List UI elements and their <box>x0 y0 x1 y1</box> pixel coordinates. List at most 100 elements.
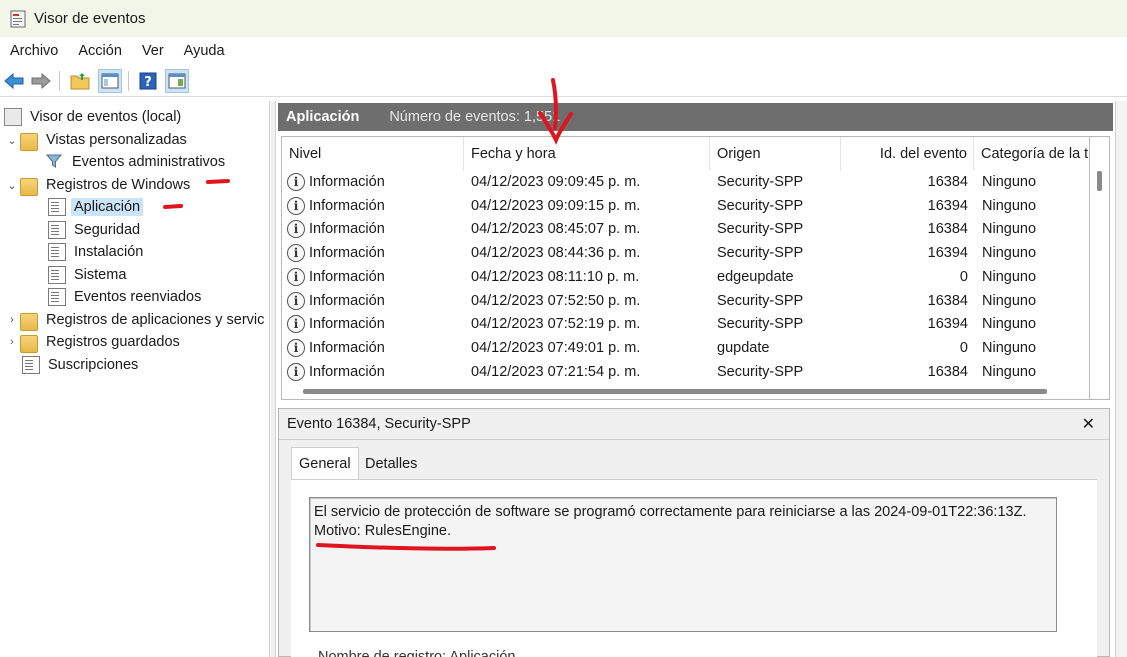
column-header-event-id[interactable]: Id. del evento <box>841 137 974 171</box>
cell-date: 04/12/2023 07:49:01 p. m. <box>471 339 641 356</box>
event-viewer-icon <box>4 108 22 126</box>
info-icon: i <box>287 338 305 357</box>
tree-custom-views[interactable]: ⌄ Vistas personalizadas <box>4 129 190 151</box>
table-row[interactable]: i Información 04/12/2023 07:21:54 p. m. Sec… <box>282 360 1089 384</box>
cell-date: 04/12/2023 07:52:19 p. m. <box>471 316 641 333</box>
cell-category: Ninguno <box>982 245 1037 262</box>
tree-setup[interactable]: Instalación <box>46 241 146 263</box>
close-icon[interactable]: ✕ <box>1082 414 1095 434</box>
tree-saved-logs[interactable]: › Registros guardados <box>4 331 183 353</box>
cell-category: Ninguno <box>982 339 1037 356</box>
cell-event-id: 16384 <box>927 363 968 380</box>
info-icon: i <box>287 173 305 191</box>
detail-title: Evento 16384, Security-SPP <box>287 416 471 432</box>
menu-ver[interactable]: Ver <box>142 43 164 59</box>
column-header-level[interactable]: Nivel <box>282 137 464 171</box>
log-name-field: Nombre de registro: Aplicación <box>318 649 516 657</box>
menu-accion[interactable]: Acción <box>78 43 122 59</box>
chevron-right-icon[interactable]: › <box>4 336 20 348</box>
table-row[interactable]: i Información 04/12/2023 07:52:19 p. m. Sec… <box>282 312 1089 336</box>
info-icon: i <box>287 267 305 286</box>
tree-system[interactable]: Sistema <box>46 264 129 286</box>
forward-arrow-icon[interactable] <box>29 69 53 93</box>
event-message: El servicio de protección de software se… <box>309 497 1057 632</box>
cell-category: Ninguno <box>982 174 1037 190</box>
tree-security[interactable]: Seguridad <box>46 219 143 241</box>
subscription-icon <box>22 356 40 374</box>
events-table: Nivel Fecha y hora Origen Id. del evento… <box>281 136 1090 400</box>
cell-category: Ninguno <box>982 316 1037 333</box>
tab-general[interactable]: General <box>291 447 359 479</box>
message-line-2: Motivo: RulesEngine. <box>314 523 452 539</box>
table-row[interactable]: i Información 04/12/2023 09:09:15 p. m. Sec… <box>282 194 1089 218</box>
info-icon: i <box>287 244 305 263</box>
show-tree-icon[interactable] <box>98 69 122 93</box>
column-header-date[interactable]: Fecha y hora <box>464 137 710 171</box>
cell-event-id: 16384 <box>927 292 968 309</box>
cell-event-id: 16384 <box>927 221 968 238</box>
cell-event-id: 16394 <box>927 245 968 262</box>
cell-category: Ninguno <box>982 363 1037 380</box>
log-icon <box>48 198 66 216</box>
chevron-right-icon[interactable]: › <box>4 314 20 326</box>
cell-date: 04/12/2023 08:11:10 p. m. <box>471 268 640 285</box>
cell-date: 04/12/2023 09:09:15 p. m. <box>471 197 641 214</box>
cell-event-id: 0 <box>959 268 968 285</box>
menu-archivo[interactable]: Archivo <box>10 43 58 59</box>
tree-windows-logs[interactable]: ⌄ Registros de Windows <box>4 174 193 196</box>
info-icon: i <box>287 291 305 310</box>
tree-subscriptions[interactable]: Suscripciones <box>20 354 141 376</box>
help-icon[interactable]: ? <box>136 69 160 93</box>
table-row[interactable]: i Información 04/12/2023 08:45:07 p. m. Sec… <box>282 217 1089 241</box>
menu-ayuda[interactable]: Ayuda <box>184 43 225 59</box>
vertical-scrollbar[interactable] <box>1090 136 1110 400</box>
cell-source: Security-SPP <box>717 245 804 262</box>
log-icon <box>48 221 66 239</box>
scroll-thumb[interactable] <box>1097 171 1102 191</box>
pane-splitter[interactable] <box>271 101 276 657</box>
column-header-source[interactable]: Origen <box>710 137 841 171</box>
log-icon <box>48 243 66 261</box>
table-row[interactable]: i Información 04/12/2023 07:49:01 p. m. gup… <box>282 336 1089 360</box>
toolbar-separator <box>128 71 129 91</box>
tree-forwarded-events[interactable]: Eventos reenviados <box>46 286 204 308</box>
chevron-down-icon[interactable]: ⌄ <box>4 134 20 147</box>
cell-date: 04/12/2023 07:21:54 p. m. <box>471 363 641 380</box>
cell-category: Ninguno <box>982 268 1037 285</box>
table-row[interactable]: i Información 04/12/2023 08:11:10 p. m. edg… <box>282 265 1089 289</box>
table-row[interactable]: i Información 04/12/2023 09:09:45 p. m. Sec… <box>282 170 1089 194</box>
chevron-down-icon[interactable]: ⌄ <box>4 179 20 192</box>
detail-general-body: El servicio de protección de software se… <box>291 479 1097 657</box>
tree-root[interactable]: Visor de eventos (local) <box>4 106 184 128</box>
horizontal-scrollbar[interactable] <box>303 389 1047 394</box>
cell-source: edgeupdate <box>717 268 794 285</box>
toolbar: ? <box>0 65 1127 97</box>
tab-details[interactable]: Detalles <box>358 449 424 479</box>
cell-level: i Información <box>287 170 385 194</box>
cell-source: Security-SPP <box>717 174 804 190</box>
cell-level: i Información <box>287 241 385 265</box>
actions-pane-edge <box>1115 101 1127 657</box>
title-bar: Visor de eventos <box>0 0 1127 37</box>
column-header-category[interactable]: Categoría de la t <box>974 137 1089 171</box>
cell-date: 04/12/2023 07:52:50 p. m. <box>471 292 641 309</box>
cell-date: 04/12/2023 08:44:36 p. m. <box>471 245 641 262</box>
open-folder-icon[interactable] <box>68 69 92 93</box>
tree-application[interactable]: Aplicación <box>46 196 144 218</box>
folder-icon <box>20 334 38 353</box>
table-row[interactable]: i Información 04/12/2023 08:44:36 p. m. Sec… <box>282 241 1089 265</box>
cell-level: i Información <box>287 194 385 218</box>
tree-app-services-logs[interactable]: › Registros de aplicaciones y servic <box>4 309 267 331</box>
tree-admin-events[interactable]: Eventos administrativos <box>45 151 228 173</box>
log-icon <box>48 288 66 306</box>
cell-level: i Información <box>287 265 385 289</box>
table-row[interactable]: i Información 04/12/2023 07:52:50 p. m. Sec… <box>282 289 1089 313</box>
message-line-1: El servicio de protección de software se… <box>314 504 1027 520</box>
back-arrow-icon[interactable] <box>2 69 26 93</box>
show-action-pane-icon[interactable] <box>165 69 189 93</box>
info-icon: i <box>287 220 305 239</box>
menu-bar: Archivo Acción Ver Ayuda <box>0 37 1127 65</box>
info-icon: i <box>287 362 305 381</box>
cell-source: Security-SPP <box>717 316 804 333</box>
window-title: Visor de eventos <box>34 10 146 27</box>
